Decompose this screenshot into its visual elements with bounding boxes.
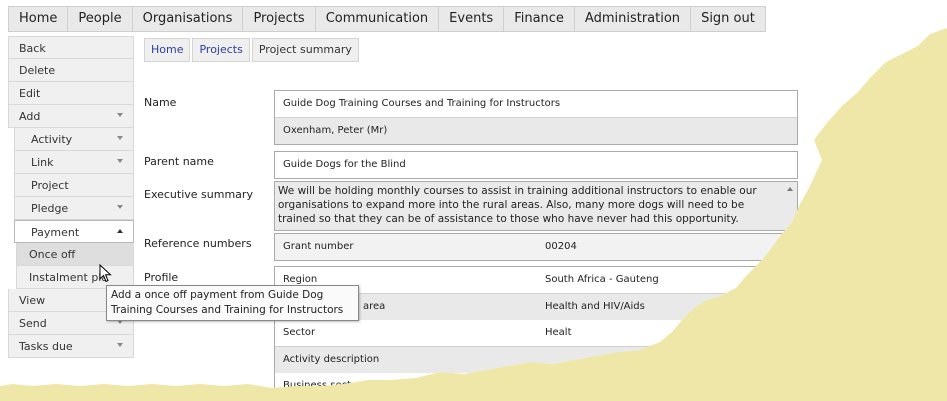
tooltip: Add a once off payment from Guide Dog Tr… [106,285,359,321]
page-area: Home People Organisations Projects Commu… [0,0,947,391]
sidebar-item-send-label: Send [19,317,47,330]
chevron-up-icon [117,229,123,233]
sidebar-item-pledge-label: Pledge [31,202,69,215]
scroll-up-icon [787,187,793,191]
name-person: Oxenham, Peter (Mr) [275,117,797,144]
sidebar-item-back[interactable]: Back [8,36,134,59]
breadcrumb-project-summary: Project summary [251,38,359,62]
name-value: Guide Dog Training Courses and Training … [283,98,561,109]
profile-value: South Africa - Gauteng [545,274,659,285]
sidebar-item-tasks-due[interactable]: Tasks due [8,335,134,358]
nav-projects[interactable]: Projects [242,6,315,32]
sidebar-item-add[interactable]: Add [8,105,134,128]
chevron-down-icon [117,159,123,163]
sidebar-item-activity[interactable]: Activity [14,128,134,151]
name-field: Guide Dog Training Courses and Training … [274,90,798,145]
profile-value: Healt [545,327,572,338]
breadcrumb-home[interactable]: Home [144,38,191,62]
profile-key: Sector [283,327,316,338]
breadcrumb: Home Projects Project summary [144,38,361,62]
chevron-down-icon [117,136,123,140]
sidebar-item-project[interactable]: Project [14,174,134,197]
nav-organisations[interactable]: Organisations [131,6,243,32]
chevron-down-icon [117,205,123,209]
profile-key: Business sector [283,380,362,391]
label-executive-summary: Executive summary [144,188,253,201]
nav-administration[interactable]: Administration [573,6,691,32]
sidebar-item-once-off[interactable]: Once off [16,243,134,266]
nav-communication[interactable]: Communication [314,6,439,32]
breadcrumb-projects[interactable]: Projects [192,38,250,62]
label-reference-numbers: Reference numbers [144,237,252,250]
reference-numbers-field: Grant number 00204 [274,233,798,261]
profile-row: Sector Healt [275,320,797,346]
reference-value: 00204 [545,241,577,252]
profile-row: Business sector [275,373,797,391]
sidebar-item-payment-label: Payment [31,226,80,239]
profile-key: Activity description [283,354,380,365]
nav-sign-out[interactable]: Sign out [690,6,766,32]
summary-scrollbar[interactable] [785,185,795,223]
profile-row: Activity description [275,346,797,373]
sidebar-item-edit[interactable]: Edit [8,82,134,105]
parent-name-field: Guide Dogs for the Blind [274,151,798,179]
sidebar-item-activity-label: Activity [31,133,73,146]
sidebar-item-tasks-due-label: Tasks due [19,340,73,353]
nav-events[interactable]: Events [438,6,504,32]
nav-people[interactable]: People [67,6,132,32]
chevron-down-icon [117,113,123,117]
chevron-down-icon [117,343,123,347]
executive-summary-box[interactable]: We will be holding monthly courses to as… [274,181,798,231]
nav-finance[interactable]: Finance [503,6,574,32]
profile-key: Region [283,274,318,285]
sidebar-item-delete[interactable]: Delete [8,59,134,82]
sidebar-item-pledge[interactable]: Pledge [14,197,134,220]
sidebar-item-link[interactable]: Link [14,151,134,174]
mouse-cursor-icon [99,264,112,283]
sidebar-item-link-label: Link [31,156,54,169]
sidebar-item-add-label: Add [19,110,41,123]
parent-name-value: Guide Dogs for the Blind [283,159,406,170]
label-name: Name [144,96,177,109]
executive-summary-content: We will be holding monthly courses to as… [278,185,757,225]
reference-key: Grant number [283,241,354,252]
top-navigation: Home People Organisations Projects Commu… [8,6,766,32]
nav-home[interactable]: Home [8,6,68,32]
reference-row: Grant number 00204 [275,234,797,260]
label-profile: Profile [144,271,179,284]
profile-value: Health and HIV/Aids [545,301,645,312]
label-parent-name: Parent name [144,155,214,168]
executive-summary-text: We will be holding monthly courses to as… [275,182,797,230]
sidebar-item-payment[interactable]: Payment [14,220,134,243]
